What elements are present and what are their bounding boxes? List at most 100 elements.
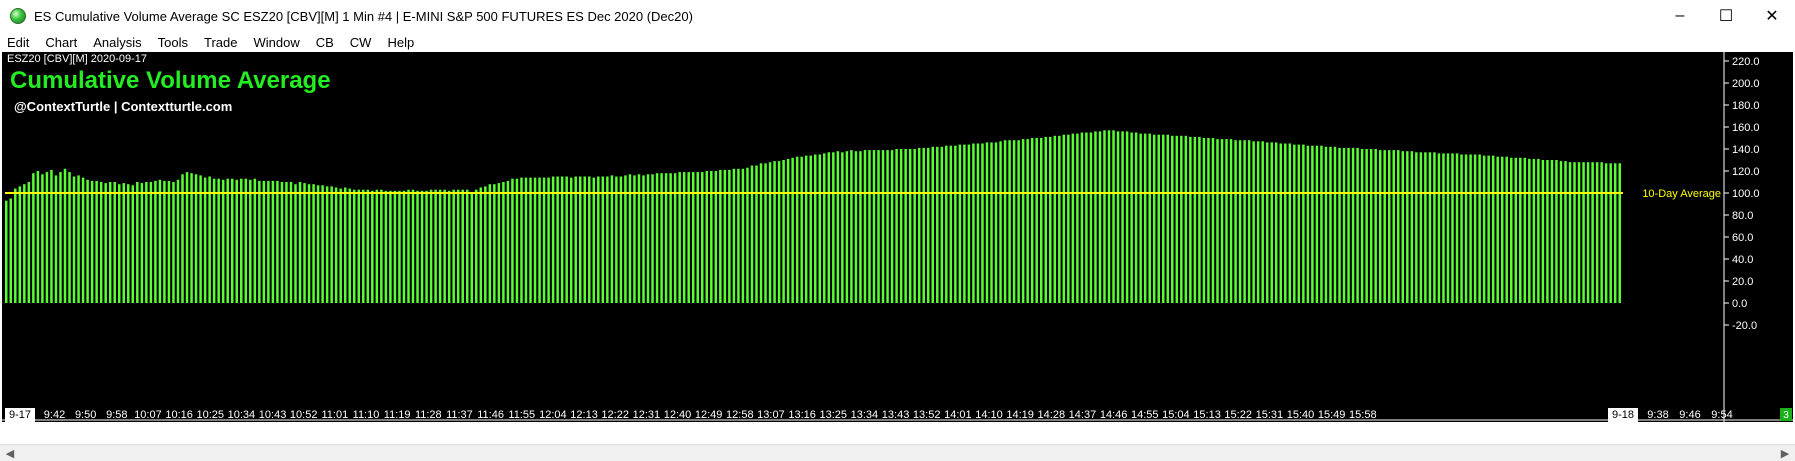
volume-bar	[1284, 143, 1287, 303]
volume-bar	[1374, 149, 1377, 303]
menu-analysis[interactable]: Analysis	[85, 35, 149, 50]
volume-bar	[578, 176, 582, 303]
volume-bar	[786, 158, 790, 303]
scroll-right-arrow-icon[interactable]: ▶	[1777, 445, 1793, 461]
volume-bar	[1469, 154, 1472, 303]
volume-bar	[1613, 163, 1617, 303]
volume-bar	[1089, 132, 1093, 303]
volume-bar	[145, 182, 148, 303]
volume-bar	[773, 161, 776, 303]
horizontal-scrollbar[interactable]: ◀ ▶	[0, 444, 1795, 461]
volume-bar	[1550, 160, 1554, 303]
volume-bar	[922, 147, 925, 303]
volume-bar	[1505, 156, 1508, 303]
volume-bar	[1175, 135, 1179, 303]
volume-bar	[1446, 153, 1450, 303]
volume-bar	[289, 182, 293, 303]
menu-trade[interactable]: Trade	[196, 35, 245, 50]
x-tick-label: 10:34	[228, 409, 256, 421]
maximize-button[interactable]: ☐	[1703, 0, 1749, 32]
volume-bar	[1220, 139, 1224, 303]
volume-bar	[77, 175, 80, 303]
reference-line-label: 10-Day Average	[1642, 188, 1721, 200]
volume-bar	[1026, 139, 1029, 303]
x-tick-label: 10:07	[134, 409, 162, 421]
volume-bar	[226, 178, 229, 303]
volume-bar	[1062, 134, 1066, 303]
x-tick-label: 13:43	[882, 409, 910, 421]
volume-bar	[1139, 133, 1142, 303]
volume-bar	[913, 149, 916, 303]
chart-area[interactable]: ESZ20 [CBV][M] 2020-09-17 Cumulative Vol…	[2, 34, 1793, 422]
volume-bar	[1261, 141, 1264, 303]
y-tick-label: -20.0	[1732, 320, 1757, 332]
volume-bar	[136, 182, 139, 303]
volume-bar	[1401, 151, 1405, 303]
menu-cb[interactable]: CB	[308, 35, 342, 50]
volume-bar	[728, 169, 731, 303]
menu-chart[interactable]: Chart	[37, 35, 85, 50]
menu-edit[interactable]: Edit	[0, 35, 37, 50]
volume-bar	[176, 179, 180, 303]
volume-bar	[701, 172, 704, 303]
volume-bar	[917, 147, 921, 303]
minimize-button[interactable]: –	[1657, 0, 1703, 32]
volume-bar	[511, 178, 514, 303]
volume-bar	[1338, 147, 1341, 303]
volume-bar	[1482, 155, 1486, 303]
volume-bar	[642, 175, 645, 303]
x-tick-label: 11:28	[415, 409, 442, 421]
volume-bar	[1351, 147, 1355, 303]
volume-bar	[249, 179, 252, 303]
scroll-left-arrow-icon[interactable]: ◀	[2, 445, 18, 461]
volume-bar	[804, 155, 808, 303]
volume-bar	[398, 190, 401, 303]
x-tick-label: 9:46	[1679, 409, 1700, 421]
x-tick-label: 14:19	[1006, 409, 1034, 421]
volume-bar	[768, 162, 772, 303]
x-tick-label: 12:40	[664, 409, 692, 421]
title-bar: ES Cumulative Volume Average SC ESZ20 [C…	[0, 0, 1795, 32]
volume-bar	[551, 176, 555, 303]
volume-bar	[547, 177, 550, 303]
volume-bar	[1537, 158, 1540, 303]
volume-chart[interactable]: ESZ20 [CBV][M] 2020-09-17 Cumulative Vol…	[2, 34, 1793, 422]
volume-bar	[113, 182, 116, 303]
y-tick-label: 80.0	[1732, 210, 1753, 222]
volume-bar	[23, 184, 26, 303]
volume-bar	[253, 178, 257, 303]
menu-window[interactable]: Window	[245, 35, 307, 50]
volume-bar	[1116, 131, 1120, 303]
volume-bar	[1297, 144, 1301, 303]
volume-bar	[1112, 130, 1115, 303]
volume-bar	[777, 161, 781, 303]
volume-bar	[1378, 150, 1382, 303]
volume-bar	[325, 186, 329, 303]
x-tick-label: 12:31	[633, 409, 661, 421]
y-tick-label: 20.0	[1732, 276, 1753, 288]
menu-tools[interactable]: Tools	[150, 35, 196, 50]
volume-bar	[380, 189, 383, 303]
menu-cw[interactable]: CW	[342, 35, 380, 50]
volume-bar	[484, 186, 487, 303]
volume-bar	[117, 184, 121, 303]
y-tick-label: 100.0	[1732, 188, 1760, 200]
volume-bar	[741, 168, 745, 303]
volume-bar	[850, 150, 853, 303]
volume-bar	[1320, 145, 1323, 303]
volume-bar	[832, 152, 835, 303]
volume-bar	[1311, 145, 1314, 303]
volume-bar	[696, 172, 699, 303]
close-button[interactable]: ✕	[1749, 0, 1795, 32]
menu-help[interactable]: Help	[379, 35, 422, 50]
volume-bar	[574, 176, 577, 303]
volume-bar	[827, 152, 831, 303]
volume-bar	[1107, 130, 1111, 303]
volume-bar	[1541, 160, 1545, 303]
volume-bar	[1419, 152, 1423, 303]
volume-bar	[841, 152, 844, 303]
volume-bar	[931, 146, 934, 303]
volume-bar	[1265, 142, 1269, 303]
x-tick-label: 12:49	[695, 409, 723, 421]
volume-bar	[1410, 151, 1414, 303]
